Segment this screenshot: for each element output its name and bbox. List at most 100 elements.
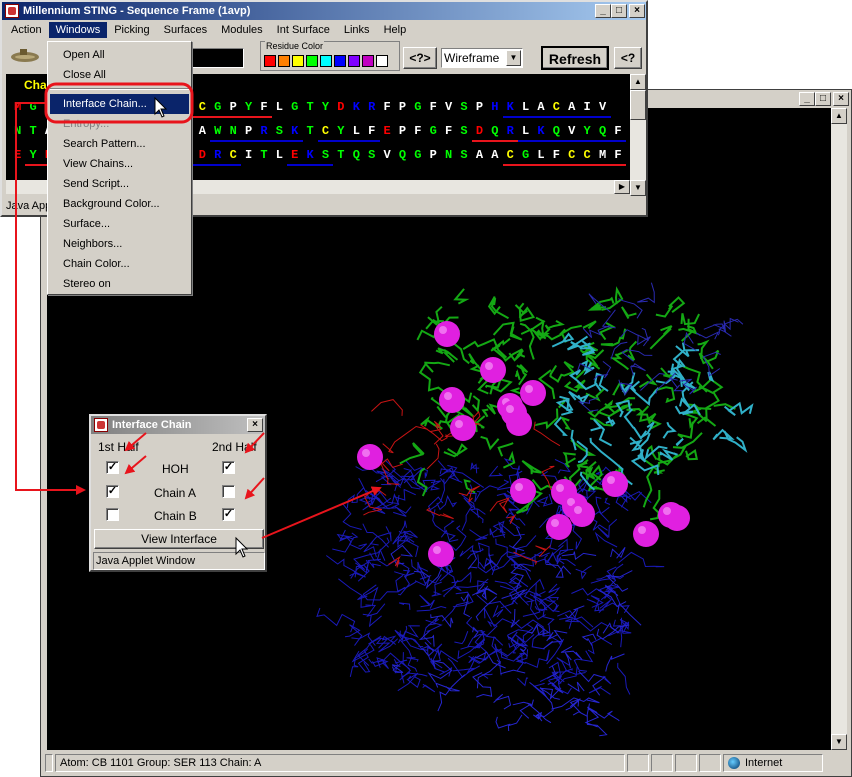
residue[interactable]: E [379, 124, 394, 138]
residue[interactable]: A [472, 148, 487, 162]
residue[interactable]: Q [549, 124, 564, 138]
residue[interactable]: K [533, 124, 548, 138]
residue[interactable]: F [549, 148, 564, 162]
residue[interactable]: T [302, 100, 317, 114]
chain-name-field[interactable] [192, 48, 244, 68]
menu-action[interactable]: Action [4, 22, 49, 38]
chain-a-first-checkbox[interactable]: ✓ [106, 485, 119, 498]
residue[interactable]: P [472, 100, 487, 114]
residue[interactable]: A [533, 100, 548, 114]
residue[interactable]: P [426, 148, 441, 162]
atom-sphere[interactable] [439, 387, 465, 413]
residue[interactable]: L [272, 100, 287, 114]
color-swatch[interactable] [278, 55, 290, 67]
residue[interactable]: K [503, 100, 518, 114]
scroll-down-icon[interactable]: ▼ [630, 180, 646, 196]
residue[interactable]: K [349, 100, 364, 114]
atom-sphere[interactable] [510, 478, 536, 504]
color-swatch[interactable] [292, 55, 304, 67]
residue[interactable]: Q [595, 124, 610, 138]
residue[interactable]: S [456, 124, 471, 138]
atom-sphere[interactable] [450, 415, 476, 441]
atom-sphere[interactable] [658, 502, 684, 528]
residue[interactable]: P [241, 124, 256, 138]
residue[interactable]: G [426, 124, 441, 138]
menu-item-open-all[interactable]: Open All [50, 45, 189, 65]
menu-item-send-script[interactable]: Send Script... [50, 174, 189, 194]
menu-item-chain-color[interactable]: Chain Color... [50, 254, 189, 274]
color-swatch[interactable] [264, 55, 276, 67]
color-swatch[interactable] [334, 55, 346, 67]
atom-sphere[interactable] [602, 471, 628, 497]
residue[interactable]: F [364, 124, 379, 138]
residue[interactable]: C [318, 124, 333, 138]
residue[interactable]: G [25, 100, 40, 114]
residue[interactable]: N [225, 124, 240, 138]
residue[interactable]: M [10, 100, 25, 114]
close-button[interactable]: × [247, 418, 263, 432]
residue[interactable]: G [410, 100, 425, 114]
residue[interactable]: A [195, 124, 210, 138]
residue[interactable]: Q [349, 148, 364, 162]
view-interface-button[interactable]: View Interface [94, 529, 264, 549]
residue[interactable]: M [595, 148, 610, 162]
residue[interactable]: P [395, 100, 410, 114]
residue[interactable]: V [441, 100, 456, 114]
menu-picking[interactable]: Picking [107, 22, 156, 38]
residue[interactable]: I [241, 148, 256, 162]
residue[interactable]: F [426, 100, 441, 114]
residue[interactable]: G [518, 148, 533, 162]
viewer-vertical-scrollbar[interactable]: ▲ ▼ [831, 108, 847, 750]
residue[interactable]: V [595, 100, 610, 114]
residue[interactable]: S [318, 148, 333, 162]
residue[interactable]: F [379, 100, 394, 114]
residue[interactable]: K [302, 148, 317, 162]
residue[interactable]: W [210, 124, 225, 138]
atom-sphere[interactable] [633, 521, 659, 547]
residue[interactable]: R [210, 148, 225, 162]
residue[interactable]: Q [395, 148, 410, 162]
color-swatch[interactable] [320, 55, 332, 67]
residue[interactable]: T [256, 148, 271, 162]
scroll-up-icon[interactable]: ▲ [630, 74, 646, 90]
menu-int-surface[interactable]: Int Surface [270, 22, 337, 38]
residue[interactable]: P [395, 124, 410, 138]
color-swatch[interactable] [348, 55, 360, 67]
residue[interactable]: G [410, 148, 425, 162]
menu-modules[interactable]: Modules [214, 22, 270, 38]
residue[interactable]: F [410, 124, 425, 138]
residue[interactable]: A [487, 148, 502, 162]
residue[interactable]: S [272, 124, 287, 138]
residue[interactable]: S [456, 100, 471, 114]
residue[interactable]: E [287, 148, 302, 162]
residue[interactable]: Y [241, 100, 256, 114]
menu-item-neighbors[interactable]: Neighbors... [50, 234, 189, 254]
residue[interactable]: R [256, 124, 271, 138]
menu-item-stereo-on[interactable]: Stereo on [50, 274, 189, 294]
residue[interactable]: F [610, 148, 625, 162]
refresh-button[interactable]: Refresh [541, 46, 609, 70]
atom-sphere[interactable] [501, 400, 527, 426]
menu-item-search-pattern[interactable]: Search Pattern... [50, 134, 189, 154]
color-swatch[interactable] [362, 55, 374, 67]
residue[interactable]: Y [579, 124, 594, 138]
render-mode-select[interactable]: Wireframe ▼ [441, 48, 523, 68]
residue[interactable]: Y [318, 100, 333, 114]
residue[interactable]: P [225, 100, 240, 114]
residue[interactable]: S [364, 148, 379, 162]
atom-sphere[interactable] [569, 501, 595, 527]
residue[interactable]: T [333, 148, 348, 162]
scroll-thumb[interactable] [630, 90, 646, 120]
menu-item-background-color[interactable]: Background Color... [50, 194, 189, 214]
residue[interactable]: C [549, 100, 564, 114]
residue[interactable]: F [441, 124, 456, 138]
hoh-second-checkbox[interactable]: ✓ [222, 461, 235, 474]
minimize-button[interactable]: _ [595, 4, 611, 18]
scroll-right-icon[interactable]: ▶ [614, 180, 630, 194]
residue[interactable]: S [456, 148, 471, 162]
help-button-2[interactable]: <? [614, 47, 642, 69]
residue[interactable]: C [195, 100, 210, 114]
menu-surfaces[interactable]: Surfaces [157, 22, 214, 38]
residue[interactable]: Y [333, 124, 348, 138]
residue[interactable]: K [287, 124, 302, 138]
